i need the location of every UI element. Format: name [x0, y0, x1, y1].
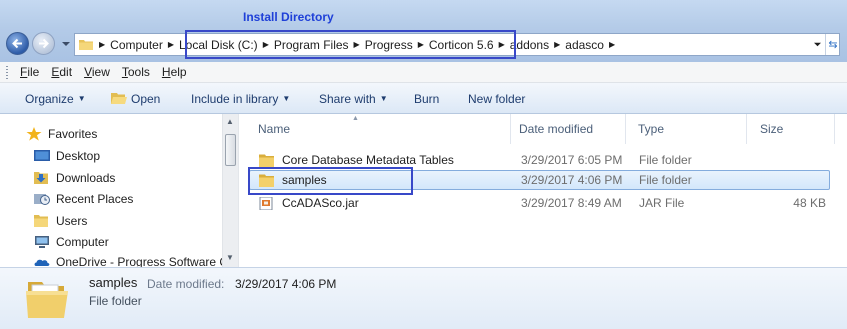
file-date: 3/29/2017 4:06 PM	[521, 173, 623, 187]
organize-button[interactable]: Organize ▼	[25, 83, 86, 114]
menu-tools[interactable]: Tools	[116, 65, 156, 79]
breadcrumb-adasco[interactable]: adasco	[562, 38, 607, 52]
star-icon	[26, 127, 42, 141]
menu-bar: File Edit View Tools Help	[0, 62, 847, 83]
nav-item-onedrive[interactable]: OneDrive - Progress Software C	[34, 252, 222, 267]
downloads-icon	[34, 172, 48, 184]
install-directory-annotation: Install Directory	[243, 10, 334, 24]
address-dropdown-icon[interactable]	[814, 41, 821, 48]
share-with-button[interactable]: Share with ▼	[319, 83, 388, 114]
breadcrumb-separator[interactable]: ▶	[552, 40, 562, 49]
menu-file[interactable]: File	[14, 65, 45, 79]
back-button[interactable]	[6, 32, 29, 55]
nav-item-computer[interactable]: Computer	[34, 232, 109, 252]
file-name: Core Database Metadata Tables	[282, 153, 454, 167]
column-header-name[interactable]: Name	[239, 114, 511, 144]
details-date-label: Date modified:	[147, 277, 225, 291]
details-pane: samples Date modified: 3/29/2017 4:06 PM…	[0, 267, 847, 329]
nav-item-favorites[interactable]: Favorites	[26, 124, 97, 144]
recent-pages-dropdown-icon[interactable]	[62, 40, 70, 48]
file-type: File folder	[639, 153, 692, 167]
menu-help[interactable]: Help	[156, 65, 193, 79]
breadcrumb-separator[interactable]: ▶	[607, 40, 617, 49]
nav-item-downloads[interactable]: Downloads	[34, 168, 115, 188]
chevron-down-icon: ▼	[77, 94, 86, 103]
table-row[interactable]: CcADASco.jar 3/29/2017 8:49 AM JAR File …	[249, 193, 830, 213]
column-header-type[interactable]: Type	[626, 114, 747, 144]
file-size: 48 KB	[793, 196, 826, 210]
breadcrumb-computer[interactable]: Computer	[107, 38, 166, 52]
scroll-up-icon[interactable]: ▲	[226, 117, 234, 126]
column-header-date-modified[interactable]: Date modified	[511, 114, 626, 144]
toolbar-grip	[6, 66, 8, 79]
open-button[interactable]: Open	[111, 83, 160, 114]
file-date: 3/29/2017 8:49 AM	[521, 196, 622, 210]
refresh-icon: ⇆	[828, 39, 838, 51]
nav-item-recent-places[interactable]: Recent Places	[34, 189, 133, 209]
folder-icon	[79, 40, 93, 50]
new-folder-button[interactable]: New folder	[468, 83, 525, 114]
install-directory-highlight	[185, 30, 516, 59]
refresh-button[interactable]: ⇆	[825, 34, 840, 55]
arrow-right-icon	[39, 38, 49, 49]
arrow-left-icon	[12, 38, 22, 49]
details-type: File folder	[89, 294, 142, 308]
details-date-value: 3/29/2017 4:06 PM	[235, 277, 337, 291]
breadcrumb-separator[interactable]: ▶	[166, 40, 176, 49]
recent-places-icon	[34, 194, 50, 205]
folder-icon	[34, 215, 48, 227]
open-folder-icon	[111, 93, 127, 104]
breadcrumb-separator[interactable]: ▶	[97, 40, 107, 49]
folder-icon	[259, 154, 274, 167]
large-folder-icon	[26, 282, 68, 318]
onedrive-icon	[34, 259, 50, 266]
burn-button[interactable]: Burn	[414, 83, 439, 114]
computer-icon	[35, 236, 49, 248]
file-name: CcADASco.jar	[282, 196, 359, 210]
jar-file-icon	[259, 196, 273, 210]
file-date: 3/29/2017 6:05 PM	[521, 153, 623, 167]
details-name: samples	[89, 275, 138, 290]
scrollbar-thumb[interactable]	[225, 134, 236, 166]
scroll-down-icon[interactable]: ▼	[226, 253, 234, 262]
nav-item-desktop[interactable]: Desktop	[34, 146, 100, 166]
desktop-icon	[34, 150, 50, 161]
include-in-library-button[interactable]: Include in library ▼	[191, 83, 290, 114]
file-type: JAR File	[639, 196, 685, 210]
command-bar: Organize ▼ Open Include in library ▼ Share…	[0, 83, 847, 114]
chevron-down-icon: ▼	[379, 94, 388, 103]
menu-view[interactable]: View	[78, 65, 116, 79]
menu-edit[interactable]: Edit	[45, 65, 78, 79]
chevron-down-icon: ▼	[282, 94, 291, 103]
file-type: File folder	[639, 173, 692, 187]
nav-pane-scrollbar[interactable]: ▲ ▼	[222, 114, 238, 267]
samples-highlight	[248, 167, 413, 195]
forward-button[interactable]	[32, 32, 55, 55]
nav-item-users[interactable]: Users	[34, 211, 87, 231]
column-header-size[interactable]: Size	[747, 114, 835, 144]
navigation-pane: Favorites Desktop Downloads Recent Place…	[0, 114, 222, 267]
sort-ascending-icon: ▲	[352, 115, 359, 122]
